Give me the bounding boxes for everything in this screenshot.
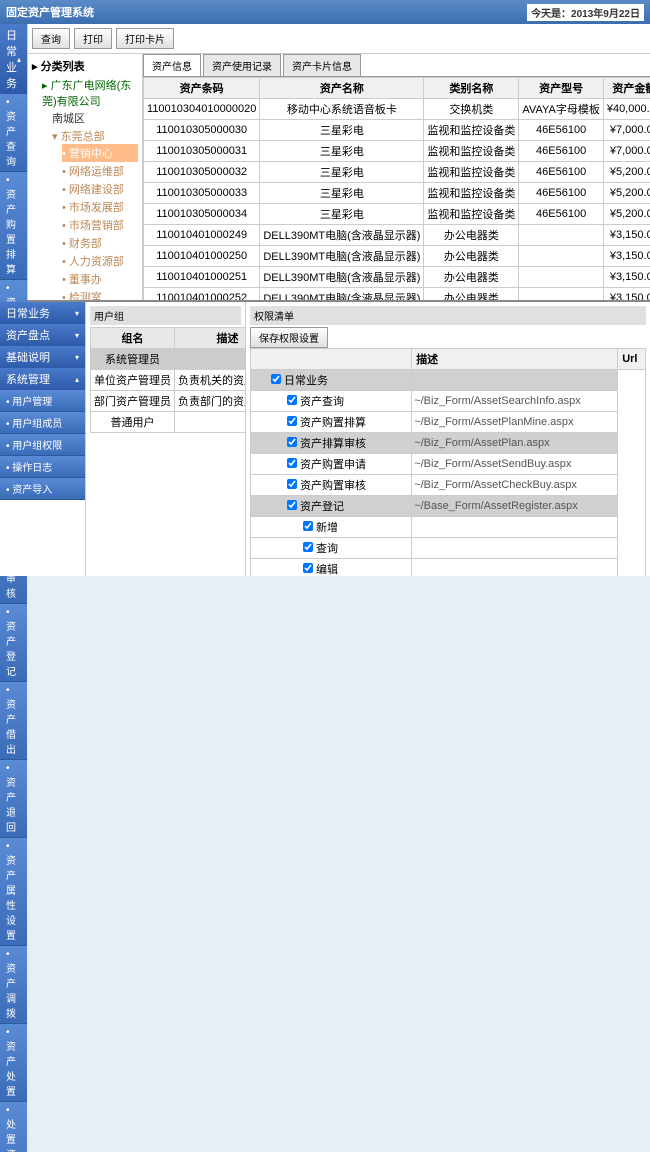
nav-section[interactable]: 资产盘点▾ (0, 324, 85, 346)
tree-node[interactable]: 南城区 (52, 109, 138, 127)
table-row[interactable]: 110010304010000020移动中心系统语音板卡交换机类AVAYA字母模… (144, 99, 650, 120)
group-title: 用户组 (90, 306, 241, 325)
nav-item[interactable]: • 用户组成员 (0, 412, 85, 434)
perm-row[interactable]: 资产排算审核~/Biz_Form/AssetPlan.aspx (251, 433, 646, 454)
tree-branch[interactable]: ▾ 东莞总部 • 营销中心• 网络运维部• 网络建设部• 市场发展部• 市场营销… (52, 127, 138, 300)
perm-checkbox[interactable] (303, 521, 313, 531)
perm-row[interactable]: 资产查询~/Biz_Form/AssetSearchInfo.aspx (251, 391, 646, 412)
perm-row[interactable]: 资产购置申请~/Biz_Form/AssetSendBuy.aspx (251, 454, 646, 475)
table-row[interactable]: 110010305000032三星彩电监视和监控设备类46E56100¥5,20… (144, 162, 650, 183)
tree-leaf[interactable]: • 市场发展部 (62, 198, 138, 216)
tree-leaf[interactable]: • 网络运维部 (62, 162, 138, 180)
tree-title: ▸ 分类列表 (32, 58, 138, 74)
tree-leaf[interactable]: • 营销中心 (62, 144, 138, 162)
col-header: 资产型号 (519, 78, 603, 99)
nav-item[interactable]: • 用户管理 (0, 390, 85, 412)
nav-item[interactable]: • 用户组权限 (0, 434, 85, 456)
nav-section-daily[interactable]: 日常业务▴ (0, 24, 27, 94)
perm-table: 描述Url 日常业务 资产查询~/Biz_Form/AssetSearchInf… (250, 348, 646, 576)
col-header: 类别名称 (424, 78, 519, 99)
nav-item[interactable]: • 资产购置排算 (0, 172, 27, 280)
col-header: 资产名称 (260, 78, 424, 99)
nav-item[interactable]: • 资产属性设置 (0, 838, 27, 946)
col-header: 资产金额 (603, 78, 650, 99)
perm-checkbox[interactable] (287, 437, 297, 447)
tree-leaf[interactable]: • 检测室 (62, 288, 138, 300)
perm-checkbox[interactable] (303, 542, 313, 552)
search-button[interactable]: 查询 (32, 28, 70, 49)
tree-leaf[interactable]: • 人力资源部 (62, 252, 138, 270)
tab[interactable]: 资产使用记录 (203, 54, 281, 76)
nav-item[interactable]: • 资产处置 (0, 1024, 27, 1102)
perm-row[interactable]: 查询 (251, 538, 646, 559)
group-panel: 用户组 组名描述新增 系统管理员编辑删除单位资产管理员负责机关的资产管理编辑删除… (85, 302, 245, 576)
tree-leaf[interactable]: • 董事办 (62, 270, 138, 288)
tab-bar: 资产信息资产使用记录资产卡片信息 (143, 54, 650, 77)
perm-row[interactable]: 资产购置审核~/Biz_Form/AssetCheckBuy.aspx (251, 475, 646, 496)
table-row[interactable]: 110010401000250DELL390MT电脑(含液晶显示器)办公电器类¥… (144, 246, 650, 267)
nav-section[interactable]: 日常业务▾ (0, 302, 85, 324)
table-row[interactable]: 110010305000030三星彩电监视和监控设备类46E56100¥7,00… (144, 120, 650, 141)
table-row[interactable]: 110010401000251DELL390MT电脑(含液晶显示器)办公电器类¥… (144, 267, 650, 288)
nav-item[interactable]: • 资产借出 (0, 682, 27, 760)
perm-row[interactable]: 资产登记~/Base_Form/AssetRegister.aspx (251, 496, 646, 517)
table-row[interactable]: 110010305000033三星彩电监视和监控设备类46E56100¥5,20… (144, 183, 650, 204)
app-title: 固定资产管理系统 (6, 4, 94, 20)
perm-title: 权限清单 (250, 306, 646, 325)
perm-checkbox[interactable] (303, 563, 313, 573)
permission-panel: 权限清单 保存权限设置 描述Url 日常业务 资产查询~/Biz_Form/As… (245, 302, 650, 576)
nav-item[interactable]: • 资产查询 (0, 94, 27, 172)
left-sidebar-2: 日常业务▾资产盘点▾基础说明▾系统管理▴ • 用户管理• 用户组成员• 用户组权… (0, 302, 85, 576)
perm-checkbox[interactable] (287, 458, 297, 468)
toolbar: 查询 打印 打印卡片 (28, 24, 650, 54)
chevron-up-icon: ▴ (17, 55, 21, 64)
perm-row[interactable]: 新增 (251, 517, 646, 538)
app-header: 固定资产管理系统 今天是：2013年9月22日 (0, 0, 650, 24)
print-button[interactable]: 打印 (74, 28, 112, 49)
header-date: 今天是：2013年9月22日 (527, 4, 644, 21)
print-card-button[interactable]: 打印卡片 (116, 28, 174, 49)
nav-item[interactable]: • 操作日志 (0, 456, 85, 478)
perm-checkbox[interactable] (271, 374, 281, 384)
nav-item[interactable]: • 资产调拨 (0, 946, 27, 1024)
perm-checkbox[interactable] (287, 416, 297, 426)
nav-item[interactable]: • 资产登记 (0, 604, 27, 682)
table-row[interactable]: 110010401000249DELL390MT电脑(含液晶显示器)办公电器类¥… (144, 225, 650, 246)
perm-row[interactable]: 编辑 (251, 559, 646, 577)
category-tree: ▸ 分类列表 ▸ 广东广电网络(东莞)有限公司 南城区 ▾ 东莞总部 • 营销中… (28, 54, 143, 300)
table-row[interactable]: 110010305000034三星彩电监视和监控设备类46E56100¥5,20… (144, 204, 650, 225)
col-header: 资产条码 (144, 78, 260, 99)
nav-item[interactable]: • 资产导入 (0, 478, 85, 500)
nav-item[interactable]: • 资产退回 (0, 760, 27, 838)
left-sidebar: 日常业务▴ • 资产查询• 资产购置排算• 资产排算审核• 资产购置申请• 资产… (0, 24, 27, 300)
tab[interactable]: 资产信息 (143, 54, 201, 76)
perm-row[interactable]: 日常业务 (251, 370, 646, 391)
tree-leaf[interactable]: • 市场营销部 (62, 216, 138, 234)
perm-checkbox[interactable] (287, 500, 297, 510)
nav-item[interactable]: • 处置资产查询 (0, 1102, 27, 1152)
perm-row[interactable]: 资产购置排算~/Biz_Form/AssetPlanMine.aspx (251, 412, 646, 433)
perm-checkbox[interactable] (287, 395, 297, 405)
tree-leaf[interactable]: • 网络建设部 (62, 180, 138, 198)
nav-section[interactable]: 基础说明▾ (0, 346, 85, 368)
table-row[interactable]: 110010305000031三星彩电监视和监控设备类46E56100¥7,00… (144, 141, 650, 162)
perm-checkbox[interactable] (287, 479, 297, 489)
asset-table: 资产条码资产名称类别名称资产型号资产金额资产代码保管部门保管人操作资产位置期初个… (143, 77, 650, 300)
tab[interactable]: 资产卡片信息 (283, 54, 361, 76)
tree-leaf[interactable]: • 财务部 (62, 234, 138, 252)
save-perm-button[interactable]: 保存权限设置 (250, 327, 328, 348)
tree-root[interactable]: ▸ 广东广电网络(东莞)有限公司 南城区 ▾ 东莞总部 • 营销中心• 网络运维… (42, 76, 138, 300)
table-row[interactable]: 110010401000252DELL390MT电脑(含液晶显示器)办公电器类¥… (144, 288, 650, 301)
nav-section[interactable]: 系统管理▴ (0, 368, 85, 390)
